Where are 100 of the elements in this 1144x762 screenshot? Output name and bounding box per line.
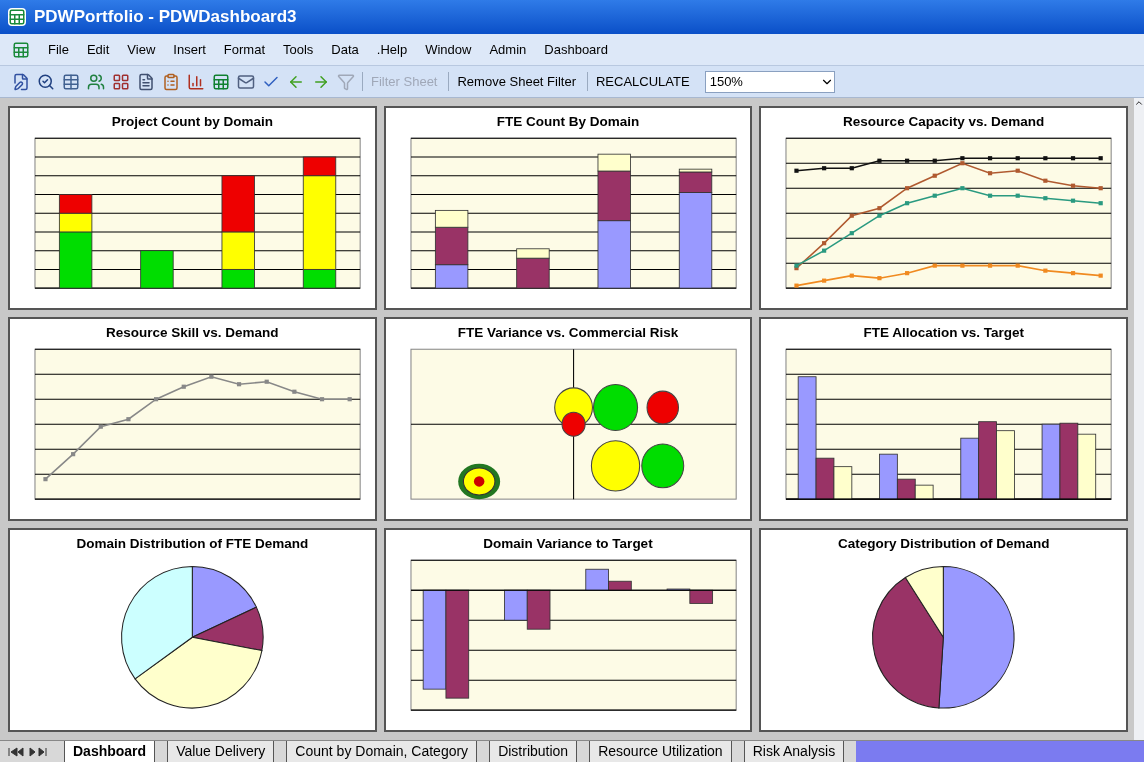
menu-item[interactable]: Format	[223, 39, 265, 60]
bar-segment	[140, 250, 174, 289]
grid-icon[interactable]	[112, 72, 130, 91]
data-point	[933, 158, 938, 164]
chart-title: Domain Distribution of FTE Demand	[76, 535, 309, 553]
data-point	[988, 193, 993, 199]
data-point	[43, 477, 48, 482]
sheet-tab[interactable]: Dashboard	[64, 741, 156, 762]
bar-segment	[597, 220, 631, 289]
menu-item[interactable]: Tools	[283, 39, 314, 60]
data-point	[209, 374, 214, 380]
menu-item[interactable]: Data	[331, 39, 359, 60]
bar	[503, 590, 528, 621]
table-icon[interactable]	[62, 72, 80, 91]
data-point	[1015, 193, 1021, 199]
data-point	[71, 452, 76, 457]
data-point	[1015, 156, 1021, 161]
data-point	[850, 231, 855, 236]
data-point	[905, 201, 910, 206]
data-point	[877, 158, 882, 164]
data-point	[154, 397, 159, 402]
chart-title: Resource Capacity vs. Demand	[843, 113, 1045, 131]
zoom-value: 150%	[709, 72, 743, 91]
data-point	[850, 273, 855, 278]
chart-title: FTE Allocation vs. Target	[863, 324, 1024, 342]
bar	[996, 430, 1016, 500]
chart-title: FTE Count By Domain	[496, 113, 640, 131]
chart-title: Resource Skill vs. Demand	[106, 324, 279, 342]
data-point	[1071, 198, 1076, 204]
menu-item[interactable]: Insert	[173, 39, 206, 60]
bubble	[592, 384, 638, 432]
sheet-tab[interactable]: Distribution	[489, 741, 578, 762]
clipboard-icon[interactable]	[162, 72, 180, 91]
toolbar-button[interactable]: RECALCULATE	[587, 71, 694, 92]
sheet-tab[interactable]: Value Delivery	[167, 741, 275, 762]
edit-icon[interactable]	[12, 72, 30, 91]
people-icon[interactable]	[87, 72, 105, 91]
data-point	[347, 397, 352, 402]
data-point	[181, 384, 186, 390]
envelope-icon[interactable]	[237, 72, 255, 91]
data-point	[1043, 156, 1048, 161]
data-point	[236, 382, 242, 387]
data-point	[264, 379, 269, 385]
bubble	[646, 390, 679, 425]
menu-item[interactable]: View	[127, 39, 156, 60]
bar	[833, 466, 853, 500]
document-icon[interactable]	[137, 72, 155, 91]
bar	[960, 438, 980, 500]
data-point	[905, 158, 910, 164]
chart-title: Project Count by Domain	[111, 113, 273, 131]
data-point	[877, 276, 882, 281]
data-point	[1043, 196, 1048, 201]
bar	[1077, 434, 1097, 500]
bar-chart-icon[interactable]	[187, 72, 205, 91]
menu-item[interactable]: .Help	[376, 39, 408, 60]
data-point	[1098, 273, 1104, 278]
data-point	[877, 213, 882, 218]
data-point	[1015, 263, 1021, 268]
data-point	[1043, 268, 1048, 273]
spreadsheet-icon[interactable]	[212, 72, 230, 91]
sheet-tab[interactable]: Count by Domain, Category	[286, 741, 478, 762]
bar	[915, 484, 934, 500]
search-icon[interactable]	[37, 72, 55, 91]
data-point	[822, 278, 827, 283]
bubble	[590, 440, 640, 492]
sheet-tab[interactable]: Risk Analysis	[743, 741, 845, 762]
spreadsheet-icon[interactable]	[12, 40, 30, 59]
chart-title: Category Distribution of Demand	[837, 535, 1050, 553]
menu-item[interactable]: Edit	[86, 39, 110, 60]
vertical-scrollbar[interactable]	[1134, 98, 1144, 740]
data-point	[1015, 168, 1021, 174]
data-point	[960, 186, 965, 191]
data-point	[988, 263, 993, 268]
data-point	[905, 186, 910, 191]
menu-item[interactable]: File	[48, 39, 69, 60]
data-point	[1098, 156, 1104, 161]
window-title: PDWPortfolio - PDWDashboard3	[34, 6, 297, 29]
zoom-field[interactable]: 150%	[704, 70, 835, 93]
data-point	[960, 263, 965, 268]
menu-item[interactable]: Dashboard	[544, 39, 608, 60]
data-point	[822, 166, 827, 171]
data-point	[292, 389, 297, 395]
data-point	[98, 424, 103, 429]
toolbar-button[interactable]: Remove Sheet Filter	[448, 71, 580, 92]
data-point	[905, 271, 910, 276]
data-point	[877, 206, 882, 211]
sheet-tab[interactable]: Resource Utilization	[589, 741, 732, 762]
data-point	[822, 248, 827, 253]
chart-title: Domain Variance to Target	[483, 535, 653, 553]
scroll-up-icon[interactable]	[1134, 98, 1144, 108]
data-point	[822, 241, 827, 246]
menu-item[interactable]: Admin	[489, 39, 527, 60]
data-point	[933, 173, 938, 179]
data-point	[1098, 186, 1104, 191]
data-point	[126, 417, 131, 422]
data-point	[850, 213, 855, 218]
data-point	[1043, 178, 1048, 184]
bar-segment	[58, 194, 93, 214]
data-point	[988, 171, 993, 176]
menu-item[interactable]: Window	[425, 39, 472, 60]
